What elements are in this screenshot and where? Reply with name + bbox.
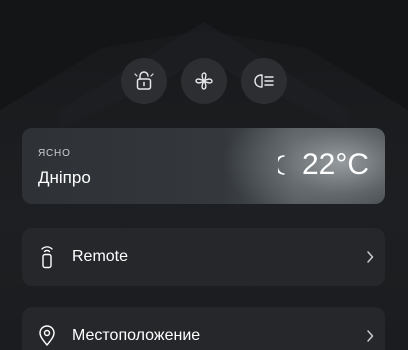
location-chevron-wrap xyxy=(355,330,385,342)
chevron-right-icon xyxy=(367,251,374,263)
remote-icon xyxy=(41,246,53,269)
weather-card[interactable]: ЯСНО Дніпро 22°C xyxy=(22,128,385,204)
remote-menu-item[interactable]: Remote xyxy=(22,228,385,286)
fan-button[interactable] xyxy=(181,58,227,104)
weather-temperature-group: 22°C xyxy=(277,148,369,182)
headlight-icon xyxy=(254,74,274,88)
location-icon-wrap xyxy=(22,325,72,347)
unlock-button[interactable] xyxy=(121,58,167,104)
remote-icon-wrap xyxy=(22,245,72,269)
location-label: Местоположение xyxy=(72,327,201,344)
location-menu-item[interactable]: Местоположение xyxy=(22,307,385,350)
headlights-button[interactable] xyxy=(241,58,287,104)
moon-icon xyxy=(277,155,285,175)
fan-icon xyxy=(195,72,213,90)
chevron-right-icon xyxy=(367,330,374,342)
remote-chevron-wrap xyxy=(355,251,385,263)
weather-condition: ЯСНО xyxy=(38,148,71,159)
quick-actions-bar xyxy=(0,58,408,104)
remote-label: Remote xyxy=(72,248,129,265)
app-screen: ЯСНО Дніпро 22°C Remote Местоположение xyxy=(0,0,408,350)
unlock-icon xyxy=(134,71,154,90)
weather-temperature: 22°C xyxy=(301,148,369,181)
weather-city: Дніпро xyxy=(38,168,91,187)
location-pin-icon xyxy=(39,325,55,346)
